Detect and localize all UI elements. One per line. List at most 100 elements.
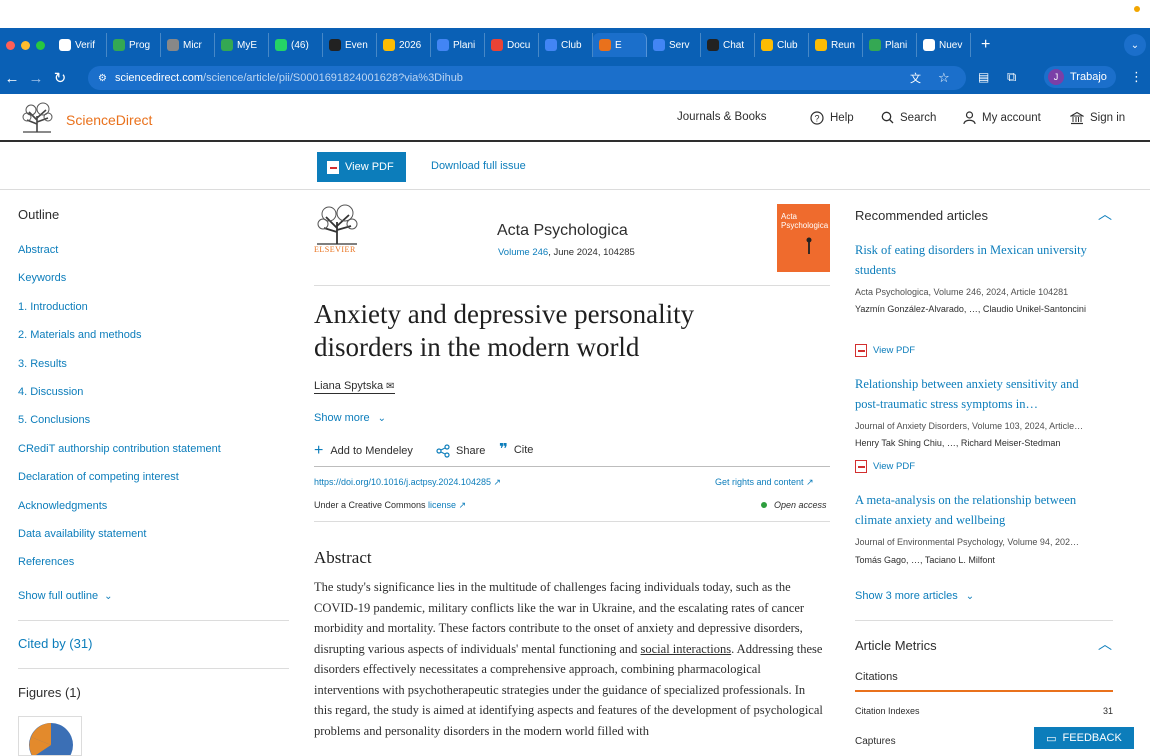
profile-button[interactable]: J Trabajo bbox=[1044, 66, 1116, 88]
notification-dot bbox=[1134, 6, 1140, 12]
browser-tab[interactable]: Club bbox=[755, 33, 809, 57]
tab-label: Club bbox=[561, 39, 582, 51]
browser-tab[interactable]: Verif bbox=[53, 33, 107, 57]
cite-button[interactable]: ❞ Cite bbox=[499, 442, 534, 457]
extensions-icon[interactable]: ⧉ bbox=[1007, 69, 1016, 85]
window-minimize-button[interactable] bbox=[21, 40, 30, 50]
download-full-issue-link[interactable]: Download full issue bbox=[431, 160, 526, 172]
bookmark-star-icon[interactable]: ☆ bbox=[938, 70, 950, 86]
forward-icon[interactable]: → bbox=[24, 70, 48, 87]
search-link[interactable]: Search bbox=[881, 111, 936, 124]
open-access-badge: Open access bbox=[761, 500, 827, 510]
share-label: Share bbox=[456, 445, 486, 457]
license-link[interactable]: license ↗ bbox=[428, 500, 466, 510]
cited-by-link[interactable]: Cited by (31) bbox=[18, 636, 92, 651]
sign-in-link[interactable]: Sign in bbox=[1070, 111, 1125, 125]
outline-item[interactable]: 4. Discussion bbox=[18, 386, 83, 398]
recommended-heading: Recommended articles bbox=[855, 208, 988, 223]
outline-item[interactable]: CRediT authorship contribution statement bbox=[18, 443, 221, 455]
tab-label: Verif bbox=[75, 39, 96, 51]
elsevier-logo-icon[interactable] bbox=[314, 204, 360, 246]
window-close-button[interactable] bbox=[6, 40, 15, 50]
show-more-articles-button[interactable]: Show 3 more articles ⌄ bbox=[855, 590, 974, 602]
chat-icon: ▭ bbox=[1046, 732, 1057, 745]
sciencedirect-logo[interactable]: ScienceDirect bbox=[66, 112, 152, 128]
browser-tab[interactable]: Plani bbox=[863, 33, 917, 57]
browser-tab[interactable]: Prog bbox=[107, 33, 161, 57]
browser-tab[interactable]: (46) bbox=[269, 33, 323, 57]
browser-tab[interactable]: Docu bbox=[485, 33, 539, 57]
social-interactions-link[interactable]: social interactions bbox=[641, 642, 732, 656]
window-maximize-button[interactable] bbox=[36, 40, 45, 50]
browser-tab[interactable]: Serv bbox=[647, 33, 701, 57]
outline-item[interactable]: Abstract bbox=[18, 244, 58, 256]
translate-icon[interactable]: 文 bbox=[910, 70, 921, 86]
recommended-article-title[interactable]: Risk of eating disorders in Mexican univ… bbox=[855, 240, 1105, 280]
recommended-view-pdf-link[interactable]: View PDF bbox=[855, 460, 915, 473]
reload-icon[interactable]: ↻ bbox=[48, 69, 72, 87]
figure-thumbnail[interactable] bbox=[18, 716, 82, 756]
browser-tab[interactable]: MyE bbox=[215, 33, 269, 57]
reading-list-icon[interactable]: ▤ bbox=[978, 70, 989, 84]
tab-label: Club bbox=[777, 39, 798, 51]
show-more-button[interactable]: Show more ⌄ bbox=[314, 412, 386, 424]
outline-item[interactable]: 3. Results bbox=[18, 358, 67, 370]
browser-tab[interactable]: Plani bbox=[431, 33, 485, 57]
tab-label: Plani bbox=[453, 39, 476, 51]
journal-title[interactable]: Acta Psychologica bbox=[497, 222, 628, 240]
sign-in-label: Sign in bbox=[1090, 112, 1126, 124]
volume-link[interactable]: Volume 246 bbox=[498, 247, 548, 258]
journal-cover[interactable]: Acta Psychologica bbox=[777, 204, 830, 272]
recommended-view-pdf-link[interactable]: View PDF bbox=[855, 344, 915, 357]
add-to-mendeley-button[interactable]: + Add to Mendeley bbox=[314, 442, 413, 460]
cite-label: Cite bbox=[513, 444, 534, 456]
url-input[interactable]: ⚙ sciencedirect.com/science/article/pii/… bbox=[88, 66, 966, 90]
back-icon[interactable]: ← bbox=[0, 70, 24, 87]
new-tab-button[interactable]: + bbox=[981, 36, 990, 54]
get-rights-link[interactable]: Get rights and content ↗ bbox=[715, 477, 814, 488]
author-link[interactable]: Liana Spytska ✉ bbox=[314, 380, 395, 394]
svg-text:?: ? bbox=[814, 114, 819, 124]
menu-icon[interactable]: ⋮ bbox=[1130, 69, 1143, 85]
browser-tab[interactable]: Even bbox=[323, 33, 377, 57]
recommended-article-authors: Tomás Gago, …, Taciano L. Milfont bbox=[855, 555, 995, 565]
journals-books-link[interactable]: Journals & Books bbox=[677, 111, 767, 123]
chevron-up-icon[interactable]: ︿ bbox=[1098, 634, 1112, 654]
share-icon bbox=[436, 444, 450, 458]
search-icon bbox=[881, 111, 894, 124]
view-pdf-button[interactable]: View PDF bbox=[317, 152, 406, 182]
my-account-link[interactable]: My account bbox=[963, 111, 1041, 125]
outline-item[interactable]: References bbox=[18, 556, 74, 568]
browser-tab[interactable]: Club bbox=[539, 33, 593, 57]
browser-tab[interactable]: Micr bbox=[161, 33, 215, 57]
browser-tab[interactable]: Reun bbox=[809, 33, 863, 57]
tab-search-button[interactable]: ⌄ bbox=[1124, 34, 1146, 56]
recommended-article-title[interactable]: A meta-analysis on the relationship betw… bbox=[855, 490, 1105, 530]
chevron-up-icon[interactable]: ︿ bbox=[1098, 204, 1112, 224]
outline-item[interactable]: 1. Introduction bbox=[18, 301, 88, 313]
outline-item[interactable]: Data availability statement bbox=[18, 528, 146, 540]
browser-tab[interactable]: E bbox=[593, 33, 647, 57]
doi-link[interactable]: https://doi.org/10.1016/j.actpsy.2024.10… bbox=[314, 477, 501, 488]
outline-item[interactable]: 5. Conclusions bbox=[18, 414, 90, 426]
pdf-icon bbox=[327, 160, 339, 174]
elsevier-tree-logo-icon[interactable] bbox=[19, 102, 55, 134]
browser-tab[interactable]: 2026 bbox=[377, 33, 431, 57]
site-info-icon[interactable]: ⚙ bbox=[98, 73, 107, 84]
help-label: Help bbox=[830, 112, 854, 124]
outline-item[interactable]: Declaration of competing interest bbox=[18, 471, 179, 483]
feedback-button[interactable]: ▭ FEEDBACK bbox=[1034, 727, 1134, 749]
tab-label: Even bbox=[345, 39, 368, 51]
outline-item[interactable]: Keywords bbox=[18, 272, 66, 284]
outline-item[interactable]: Acknowledgments bbox=[18, 500, 107, 512]
tab-favicon-icon bbox=[545, 39, 557, 51]
share-button[interactable]: Share bbox=[436, 444, 485, 458]
view-pdf-label: View PDF bbox=[345, 161, 394, 173]
recommended-article-title[interactable]: Relationship between anxiety sensitivity… bbox=[855, 374, 1105, 414]
show-full-outline-button[interactable]: Show full outline ⌄ bbox=[18, 590, 113, 602]
outline-item[interactable]: 2. Materials and methods bbox=[18, 329, 142, 341]
tab-label: Docu bbox=[507, 39, 531, 51]
browser-tab[interactable]: Chat bbox=[701, 33, 755, 57]
help-link[interactable]: ? Help bbox=[810, 111, 854, 125]
browser-tab[interactable]: Nuev bbox=[917, 33, 971, 57]
